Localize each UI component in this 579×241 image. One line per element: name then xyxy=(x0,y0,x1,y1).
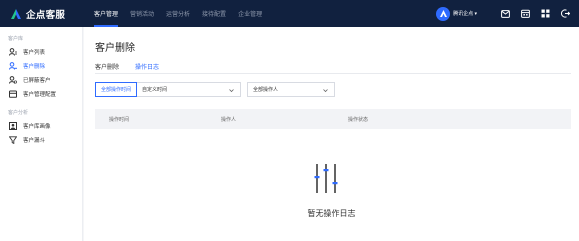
chevron-down-icon xyxy=(323,88,328,93)
sidebar-item-label: 客户删除 xyxy=(23,64,46,70)
blocked-customer-icon xyxy=(9,76,17,84)
column-header-operation-time: 操作时间 xyxy=(109,117,130,123)
chevron-down-icon xyxy=(229,88,234,93)
sidebar: 客户库 客户列表 客户删除 已屏蔽客户 客户管理配置 客户分析 客户库画像 客户… xyxy=(0,27,83,241)
logo-icon xyxy=(10,8,22,20)
funnel-icon xyxy=(9,136,17,144)
operator-select[interactable]: 全部操作人 xyxy=(247,82,336,97)
empty-state-text: 暂无操作日志 xyxy=(307,209,356,218)
grid-apps-icon[interactable] xyxy=(540,8,551,19)
sidebar-item-label: 已屏蔽客户 xyxy=(23,78,51,84)
time-range-select[interactable]: 自定义时间 xyxy=(137,82,242,97)
topnav-reception-config[interactable]: 接待配置 xyxy=(196,0,232,27)
customer-delete-icon xyxy=(9,62,17,70)
topnav-enterprise[interactable]: 企业管理 xyxy=(232,0,268,27)
sidebar-item-customer-config[interactable]: 客户管理配置 xyxy=(0,87,82,101)
sidebar-item-label: 客户库画像 xyxy=(23,124,51,130)
column-header-operator: 操作人 xyxy=(221,117,237,123)
sidebar-item-customer-list[interactable]: 客户列表 xyxy=(0,45,82,59)
calendar-icon[interactable] xyxy=(520,8,531,19)
portrait-icon xyxy=(9,122,17,130)
message-icon[interactable] xyxy=(500,8,511,19)
operator-value: 全部操作人 xyxy=(253,87,279,93)
filter-bar: 全部操作时间 自定义时间 全部操作人 xyxy=(95,82,336,97)
main-content: 客户删除 客户删除 操作日志 全部操作时间 自定义时间 全部操作人 操作时间 操… xyxy=(84,27,579,241)
sidebar-group-customer-analysis: 客户分析 xyxy=(8,110,29,116)
sidebar-item-label: 客户漏斗 xyxy=(23,138,46,144)
table-header: 操作时间 操作人 操作状态 xyxy=(95,109,571,129)
column-header-operation-status: 操作状态 xyxy=(348,117,369,123)
empty-state-icon xyxy=(313,160,339,196)
customer-config-icon xyxy=(9,90,17,98)
sidebar-item-label: 客户列表 xyxy=(23,50,46,56)
sidebar-item-funnel[interactable]: 客户漏斗 xyxy=(0,133,82,147)
topnav-customer-management[interactable]: 客户管理 xyxy=(88,0,124,27)
sidebar-item-portrait[interactable]: 客户库画像 xyxy=(0,119,82,133)
time-range-value: 自定义时间 xyxy=(142,87,168,93)
all-time-button[interactable]: 全部操作时间 xyxy=(95,82,138,97)
customer-list-icon xyxy=(9,48,17,56)
avatar[interactable] xyxy=(436,6,451,21)
tab-divider xyxy=(95,73,571,74)
sidebar-item-customer-delete[interactable]: 客户删除 xyxy=(0,59,82,73)
top-right-actions: 腾讯企点 ▾ xyxy=(436,0,579,27)
sidebar-item-label: 客户管理配置 xyxy=(23,92,57,98)
sidebar-group-customer-library: 客户库 xyxy=(8,36,24,42)
topnav-analytics[interactable]: 运营分析 xyxy=(160,0,196,27)
topnav-marketing[interactable]: 营销活动 xyxy=(124,0,160,27)
page-title: 客户删除 xyxy=(95,43,135,54)
brand-name: 企点客服 xyxy=(26,9,66,21)
user-menu[interactable]: 腾讯企点 ▾ xyxy=(453,10,477,17)
top-navigation-bar: 企点客服 客户管理 营销活动 运营分析 接待配置 企业管理 腾讯企点 ▾ xyxy=(0,0,579,27)
brand-logo[interactable]: 企点客服 xyxy=(10,7,80,21)
sidebar-item-blocked-customers[interactable]: 已屏蔽客户 xyxy=(0,73,82,87)
top-nav: 客户管理 营销活动 运营分析 接待配置 企业管理 xyxy=(88,0,268,27)
logout-icon[interactable] xyxy=(560,8,571,19)
